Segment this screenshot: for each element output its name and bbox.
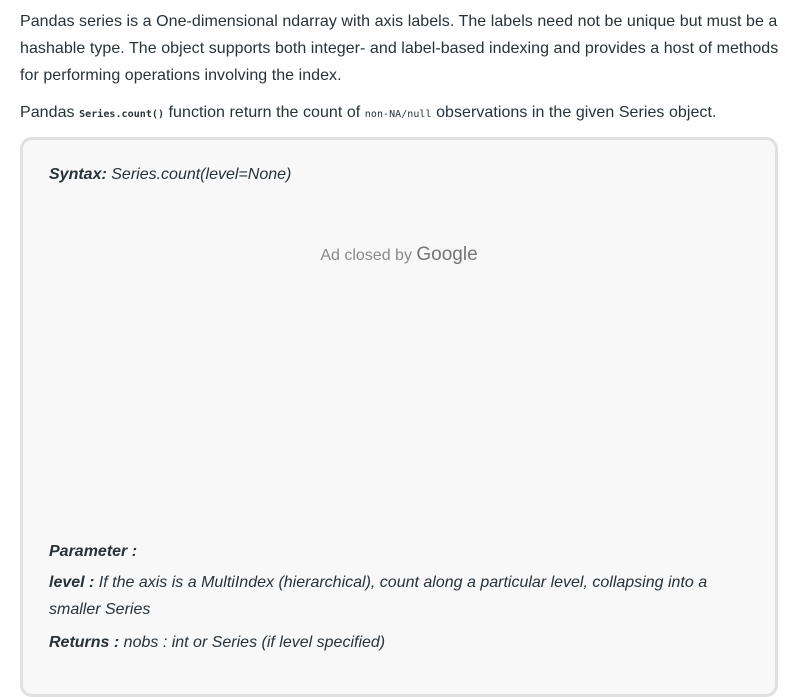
ad-closed-text: Ad closed by: [320, 247, 417, 264]
returns-line: Returns : nobs : int or Series (if level…: [49, 634, 385, 652]
ad-closed-notice: Ad closed by Google: [23, 244, 775, 266]
description-prefix: Pandas: [20, 104, 80, 121]
returns-label: Returns :: [49, 634, 120, 651]
returns-value: nobs : int or Series (if level specified…: [119, 634, 386, 651]
description-middle: function return the count of: [164, 104, 365, 121]
intro-paragraph: Pandas series is a One-dimensional ndarr…: [20, 13, 779, 84]
parameter-heading: Parameter :: [49, 543, 137, 561]
parameter-label: Parameter :: [49, 543, 138, 560]
parameter-level-description: level : If the axis is a MultiIndex (hie…: [49, 569, 739, 623]
description-paragraph: Pandas Series.count() function return th…: [20, 99, 780, 128]
inline-code-non-na-null: non-NA/null: [364, 109, 432, 120]
syntax-value: Series.count(level=None): [106, 166, 292, 183]
inline-code-series-count: Series.count(): [79, 109, 165, 120]
level-label: level :: [49, 574, 95, 591]
google-logo: Google: [416, 244, 478, 265]
syntax-label: Syntax:: [49, 166, 107, 183]
level-desc: If the axis is a MultiIndex (hierarchica…: [49, 574, 708, 618]
syntax-box: Syntax: Series.count(level=None) Ad clos…: [20, 137, 778, 697]
article-body: Pandas series is a One-dimensional ndarr…: [20, 8, 780, 128]
description-suffix: observations in the given Series object.: [431, 104, 717, 121]
syntax-line: Syntax: Series.count(level=None): [49, 166, 291, 184]
